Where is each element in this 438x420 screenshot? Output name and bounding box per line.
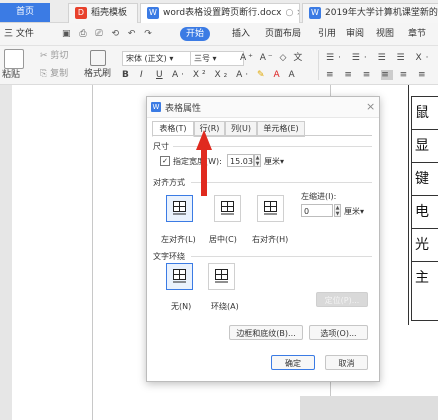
menu-review[interactable]: 审阅 bbox=[346, 27, 364, 41]
close-icon[interactable]: ○ × bbox=[285, 8, 299, 18]
cut-label: 剪切 bbox=[50, 51, 69, 61]
menu-file[interactable]: 三 文件 bbox=[4, 27, 34, 41]
table-cell[interactable]: 显 bbox=[411, 129, 438, 162]
list-buttons[interactable]: ☰· ☰· ☰ ☰ Ⅹ· bbox=[326, 51, 432, 65]
tab-divider bbox=[152, 135, 372, 136]
wrap-none-icon bbox=[173, 269, 186, 283]
indent-spinner[interactable]: ▲ ▼ bbox=[334, 204, 341, 217]
width-spinner[interactable]: ▲ ▼ bbox=[254, 154, 261, 167]
copy-button[interactable]: ⎘ 复制 bbox=[40, 67, 68, 81]
align-right-option[interactable] bbox=[257, 195, 284, 222]
docer-icon: D bbox=[75, 6, 87, 19]
align-center-label[interactable]: 居中(C) bbox=[209, 234, 237, 245]
align-left-option[interactable] bbox=[166, 195, 193, 222]
indent-unit-select[interactable]: 厘米▾ bbox=[344, 206, 364, 217]
close-icon[interactable]: × bbox=[366, 100, 375, 113]
margin-guide bbox=[92, 85, 93, 420]
dialog-titlebar[interactable]: W 表格属性 × bbox=[147, 97, 379, 118]
borders-shading-button[interactable]: 边框和底纹(B)... bbox=[229, 325, 303, 340]
width-input[interactable]: 15.03 bbox=[227, 154, 254, 167]
font-family-value: 宋体 (正文) bbox=[126, 54, 167, 63]
specify-width-checkbox[interactable]: ✓ bbox=[160, 156, 170, 166]
font-size-value: 三号 bbox=[194, 54, 210, 63]
cut-button[interactable]: ✂ 剪切 bbox=[40, 49, 68, 63]
menu-page-layout[interactable]: 页面布局 bbox=[265, 27, 301, 41]
font-size-adjust-icons[interactable]: A⁺ A⁻ ◇ 文 bbox=[240, 51, 304, 65]
menu-chapter[interactable]: 章节 bbox=[408, 27, 426, 41]
alignment-section-label: 对齐方式 bbox=[153, 178, 185, 187]
section-divider bbox=[173, 146, 372, 147]
tab-document-label: word表格设置跨页断行.docx bbox=[163, 8, 282, 18]
cancel-button[interactable]: 取消 bbox=[325, 355, 368, 370]
ribbon-divider bbox=[318, 50, 319, 80]
format-painter-icon[interactable] bbox=[90, 50, 106, 66]
text-effects-icons[interactable]: A· X² X₂ A· ✎ A A bbox=[172, 68, 298, 82]
wrap-none-label[interactable]: 无(N) bbox=[171, 301, 191, 312]
specify-width-label: 指定宽度(W): bbox=[173, 157, 222, 166]
tab-home[interactable]: 首页 bbox=[0, 3, 50, 22]
wrap-section-label: 文字环绕 bbox=[153, 252, 185, 261]
indent-label: 左缩进(I): bbox=[301, 192, 337, 201]
wrap-around-label[interactable]: 环绕(A) bbox=[211, 301, 239, 312]
italic-button[interactable]: I bbox=[140, 68, 143, 82]
tab-document-2-label: 2019年大学计算机课堂新的... bbox=[325, 8, 438, 18]
align-right-icon bbox=[264, 201, 277, 215]
page-shadow bbox=[300, 396, 438, 420]
quick-access-icons[interactable]: ▣ ⎙ ⎚ ⟲ ↶ ↷ bbox=[62, 27, 155, 41]
align-right-label[interactable]: 右对齐(H) bbox=[252, 234, 288, 245]
indent-input[interactable]: 0 bbox=[301, 204, 333, 217]
tab-document-2[interactable]: W 2019年大学计算机课堂新的... bbox=[302, 3, 438, 23]
size-section-label: 尺寸 bbox=[153, 142, 169, 151]
format-painter-label[interactable]: 格式刷 bbox=[84, 67, 111, 81]
dialog-title: 表格属性 bbox=[165, 104, 202, 114]
font-size-select[interactable]: 三号 ▾ bbox=[190, 51, 244, 66]
tab-document-active[interactable]: Wword表格设置跨页断行.docx○ × bbox=[140, 3, 300, 23]
align-center-icon bbox=[221, 201, 234, 215]
table-cell[interactable]: 鼠 bbox=[411, 96, 438, 129]
tab-docer-label: 稻壳模板 bbox=[91, 8, 128, 18]
menu-start[interactable]: 开始 bbox=[180, 27, 211, 41]
paste-icon[interactable] bbox=[4, 49, 24, 69]
table-cell[interactable]: 光 bbox=[411, 228, 438, 261]
font-family-select[interactable]: 宋体 (正文) ▾ bbox=[122, 51, 192, 66]
tab-docer[interactable]: D 稻壳模板 bbox=[68, 3, 138, 23]
wrap-around-icon bbox=[215, 269, 228, 283]
position-button[interactable]: 定位(P)... bbox=[316, 292, 368, 307]
menu-view[interactable]: 视图 bbox=[376, 27, 394, 41]
options-button[interactable]: 选项(O)... bbox=[309, 325, 368, 340]
ok-button[interactable]: 确定 bbox=[271, 355, 315, 370]
align-buttons[interactable]: ≡ ≡ ≡ ≡ ≡ ≡ bbox=[326, 68, 430, 82]
table-cell[interactable]: 键 bbox=[411, 162, 438, 195]
word-doc-icon: W bbox=[309, 6, 321, 19]
tab-strip: 首页 D 稻壳模板 Wword表格设置跨页断行.docx○ × W 2019年大学计… bbox=[0, 0, 438, 23]
table-cell[interactable]: 电 bbox=[411, 195, 438, 228]
paste-label[interactable]: 粘贴 bbox=[2, 68, 20, 82]
table-cell[interactable]: 主 bbox=[411, 261, 438, 321]
wrap-around-option[interactable] bbox=[208, 263, 235, 290]
copy-label: 复制 bbox=[50, 69, 69, 79]
width-unit-select[interactable]: 厘米▾ bbox=[264, 156, 284, 167]
word-doc-icon: W bbox=[147, 6, 159, 19]
bold-button[interactable]: B bbox=[122, 68, 129, 82]
align-left-label[interactable]: 左对齐(L) bbox=[161, 234, 196, 245]
section-divider bbox=[191, 182, 372, 183]
menu-references[interactable]: 引用 bbox=[318, 27, 336, 41]
wps-icon: W bbox=[151, 102, 161, 112]
menu-bar: 三 文件 ▣ ⎙ ⎚ ⟲ ↶ ↷ 开始 插入 页面布局 引用 审阅 视图 章节 bbox=[0, 23, 438, 46]
align-center-option[interactable] bbox=[214, 195, 241, 222]
ribbon-toolbar: 粘贴 ✂ 剪切 ⎘ 复制 格式刷 宋体 (正文) ▾ 三号 ▾ A⁺ A⁻ ◇ … bbox=[0, 46, 438, 85]
section-divider bbox=[191, 256, 372, 257]
wrap-none-option[interactable] bbox=[166, 263, 193, 290]
align-left-icon bbox=[173, 201, 186, 215]
table-left-border bbox=[408, 85, 409, 325]
table-properties-dialog: W 表格属性 × 表格(T) 行(R) 列(U) 单元格(E) 尺寸 ✓ 指定宽… bbox=[146, 96, 380, 382]
underline-button[interactable]: U bbox=[156, 68, 163, 82]
menu-insert[interactable]: 插入 bbox=[232, 27, 250, 41]
